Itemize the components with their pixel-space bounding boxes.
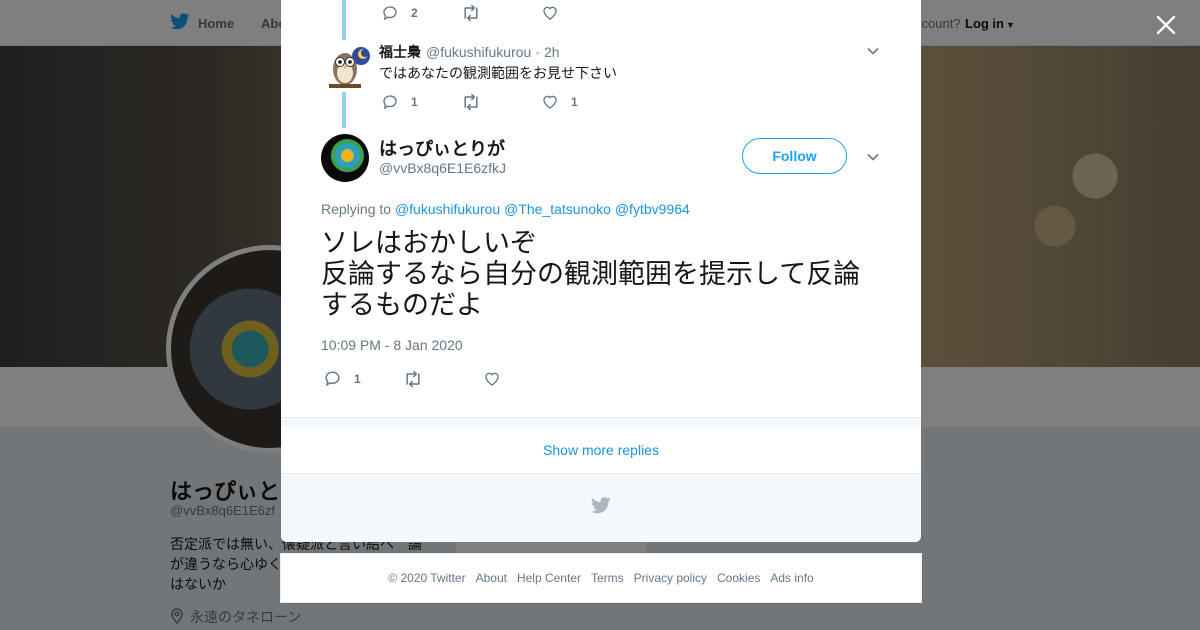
tweet-text-line: ソレはおかしいぞ [321,228,537,258]
reply-icon [381,93,399,111]
footer-link-ads-info[interactable]: Ads info [770,571,813,585]
close-icon[interactable] [1152,11,1180,39]
mention-link[interactable]: @The_tatsunoko [504,201,611,217]
site-footer: © 2020 Twitter About Help Center Terms P… [280,553,922,603]
reply-button[interactable]: 1 [381,93,461,111]
section-divider [281,417,921,427]
footer-link-cookies[interactable]: Cookies [717,571,760,585]
owl-avatar[interactable] [325,42,373,90]
reply-author-name[interactable]: 福士梟 [379,42,421,62]
like-count: 1 [571,95,578,109]
thread-connector [342,0,346,40]
footer-link-privacy-policy[interactable]: Privacy policy [634,571,707,585]
reply-author-handle[interactable]: @fukushifukurou [426,44,531,60]
tweet-actions: 1 1 [381,93,578,111]
reply-count: 1 [354,371,361,386]
thread-connector [342,92,346,128]
copyright: © 2020 Twitter [388,571,466,585]
tweet-timestamp[interactable]: 10:09 PM - 8 Jan 2020 [321,337,463,353]
replying-to: Replying to @fukushifukurou @The_tatsuno… [321,201,690,217]
chevron-down-icon[interactable] [866,150,880,164]
author-name[interactable]: はっぴぃとりが [379,135,505,161]
tweet-text: ソレはおかしいぞ 反論するなら自分の観測範囲を提示して反論 するものだよ [321,228,891,321]
reply-button[interactable]: 2 [381,4,461,22]
replying-prefix: Replying to [321,201,392,217]
like-button[interactable] [541,4,559,22]
tweet-text-line: するものだよ [321,290,483,320]
modal-footer [281,474,921,542]
reply-text: ではあなたの観測範囲をお見せ下さい [379,65,617,81]
heart-icon [541,93,559,111]
retweet-icon [461,93,481,111]
like-button[interactable]: 1 [541,93,578,111]
footer-link-help-center[interactable]: Help Center [517,571,581,585]
tweet-permalink-modal: 2 福士梟 @fukushifukurou · 2h ではあなたの観測範囲をお見… [281,0,921,542]
mention-link[interactable]: @fytbv9964 [615,201,690,217]
author-avatar[interactable] [321,134,369,182]
tweet-actions: 1 [323,369,501,388]
heart-icon [483,370,501,388]
retweet-button[interactable] [403,370,483,388]
reply-count: 2 [411,6,418,20]
retweet-icon [403,370,423,388]
mention-link[interactable]: @fukushifukurou [395,201,500,217]
show-more-replies-button[interactable]: Show more replies [281,427,921,474]
footer-link-terms[interactable]: Terms [591,571,624,585]
reply-count: 1 [411,95,418,109]
reply-icon [381,4,399,22]
dot-separator: · [535,44,540,60]
reply-icon [323,369,342,388]
chevron-down-icon[interactable] [866,44,880,58]
retweet-button[interactable] [461,93,541,111]
twitter-bird-icon [591,497,611,519]
reply-time[interactable]: 2h [544,44,560,60]
heart-icon [541,4,559,22]
footer-link-about[interactable]: About [476,571,507,585]
retweet-button[interactable] [461,4,541,22]
follow-button[interactable]: Follow [742,138,847,174]
tweet-actions: 2 [381,4,559,22]
reply-button[interactable]: 1 [323,369,403,388]
retweet-icon [461,4,481,22]
like-button[interactable] [483,370,501,388]
tweet-text-line: 反論するなら自分の観測範囲を提示して反論 [321,259,861,289]
author-handle[interactable]: @vvBx8q6E1E6zfkJ [379,160,506,176]
reply-header: 福士梟 @fukushifukurou · 2h [379,42,560,62]
